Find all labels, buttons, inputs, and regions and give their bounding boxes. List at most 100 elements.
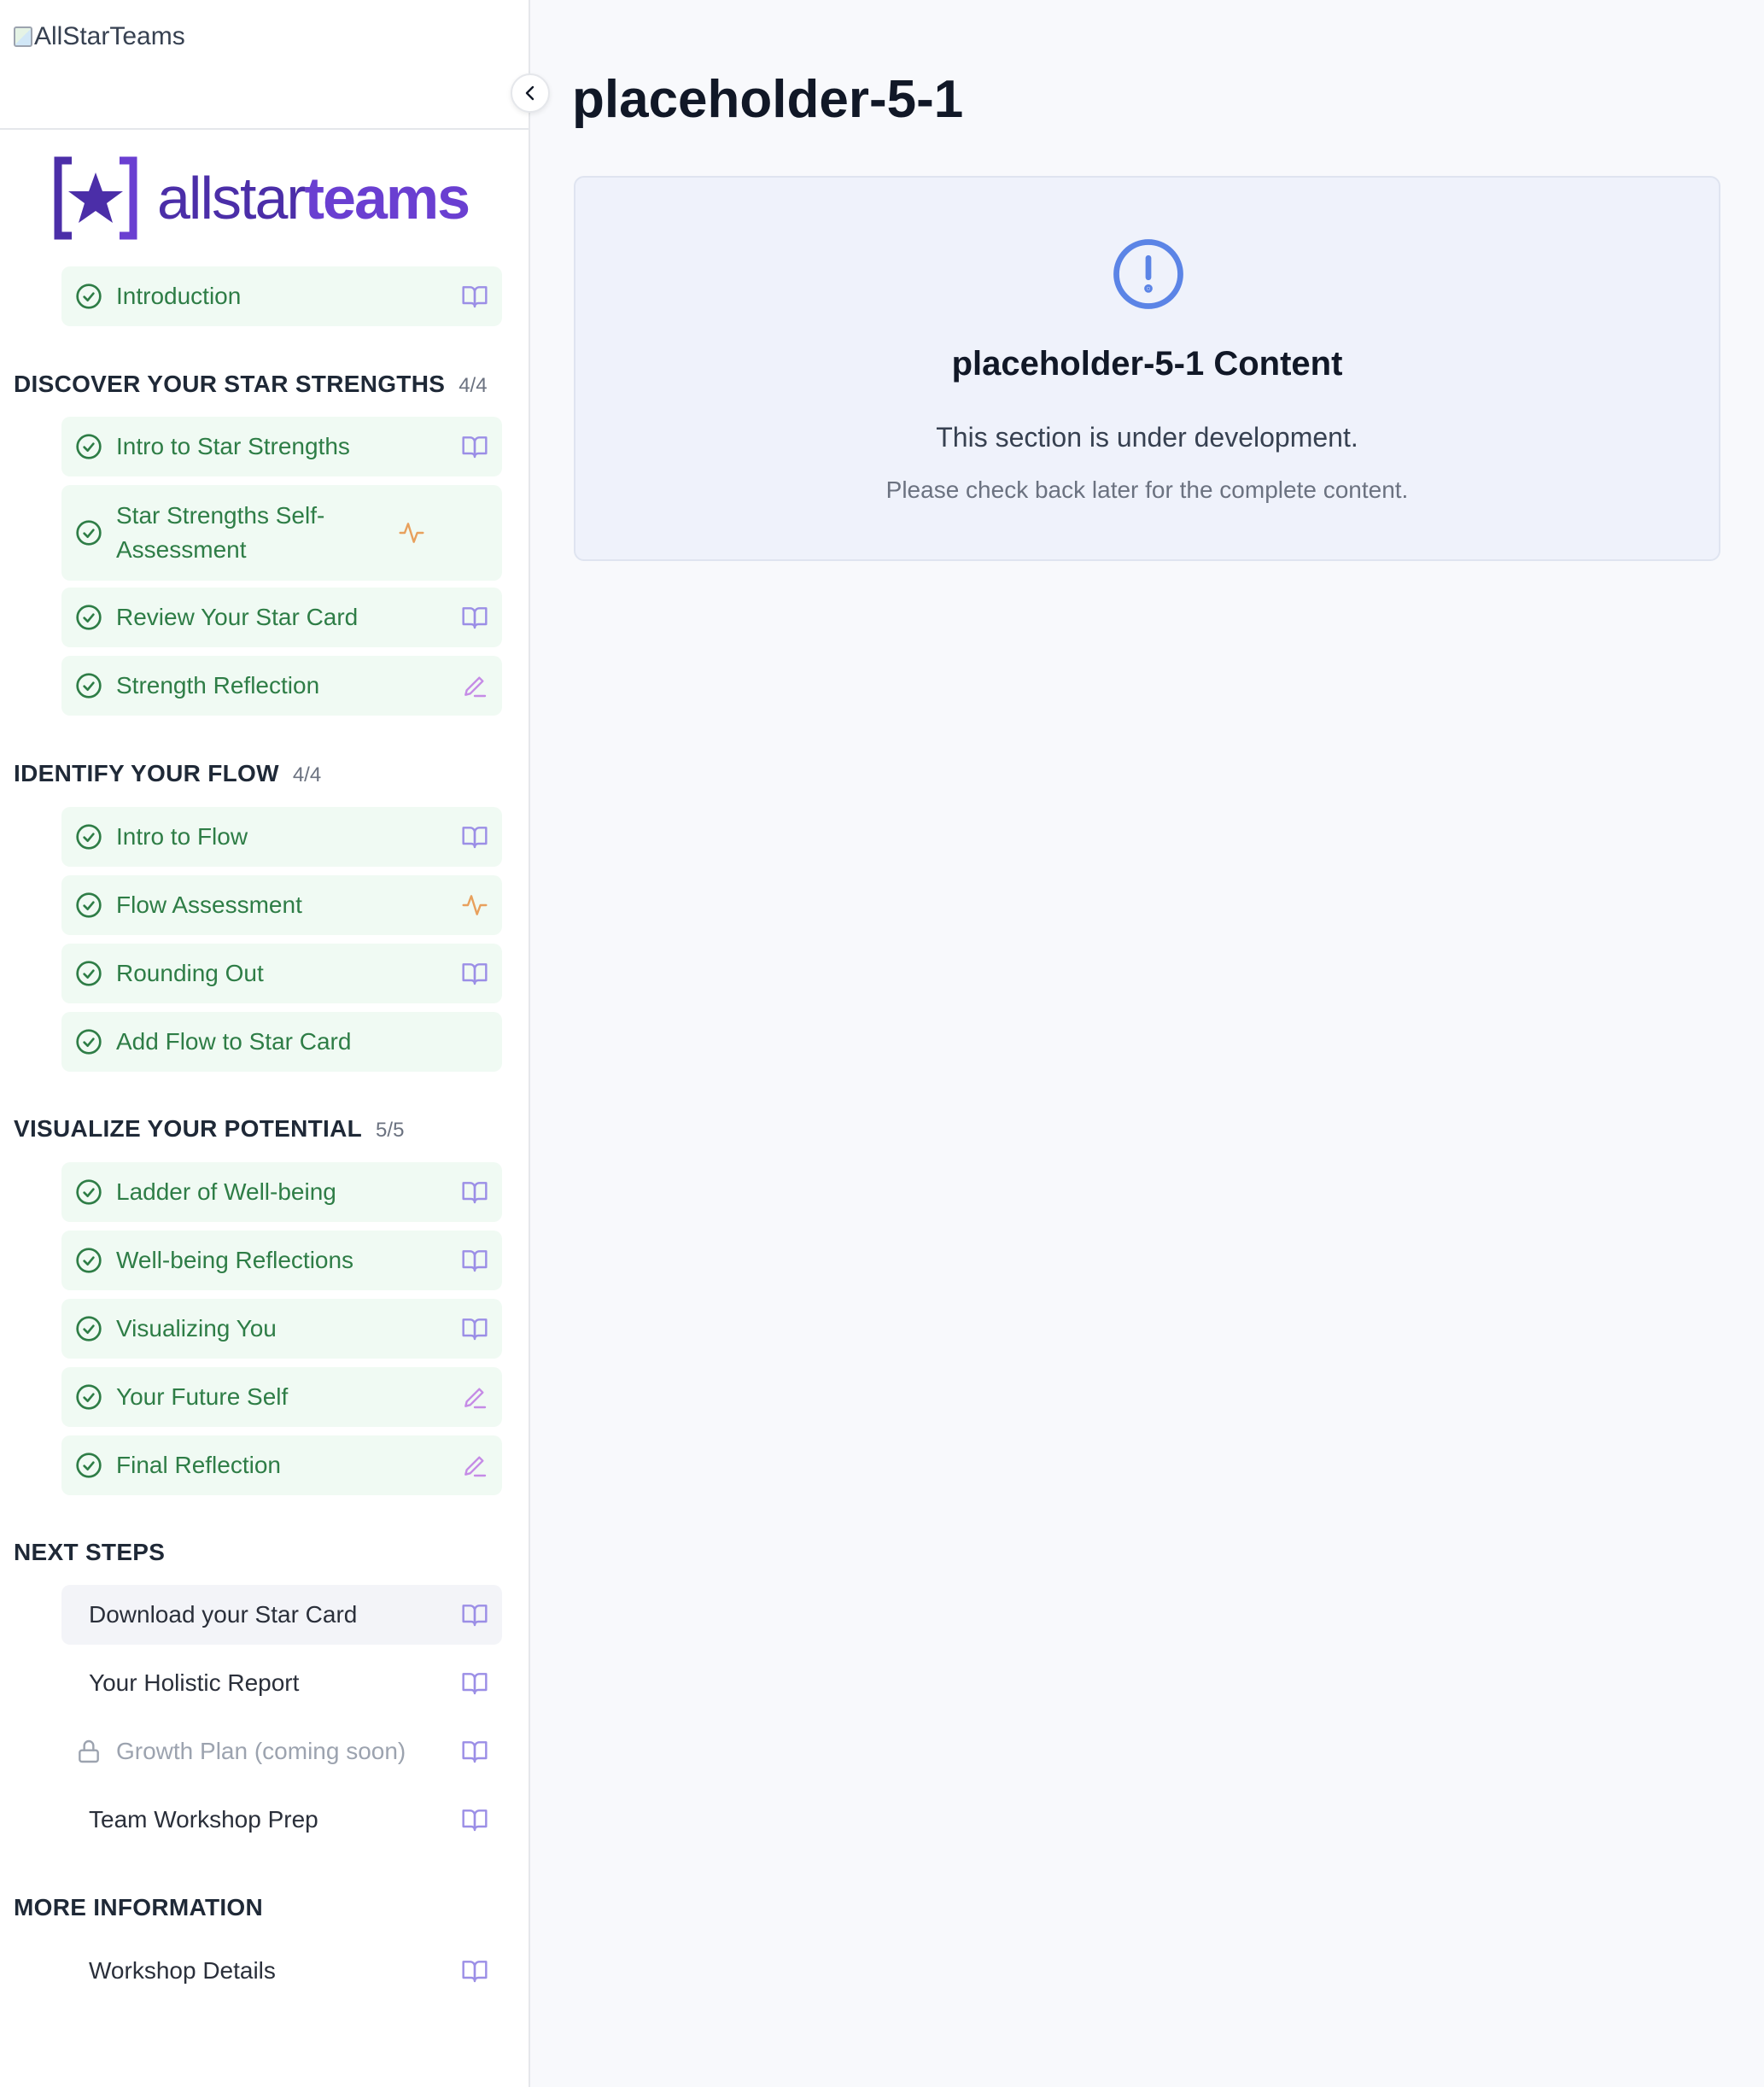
book-icon — [462, 1605, 488, 1627]
sidebar: AllStarTeams allstarteams Introduction D… — [0, 0, 530, 2087]
card-title: placeholder-5-1 Content — [951, 345, 1343, 383]
sidebar-item-flow-assessment[interactable]: Flow Assessment — [61, 875, 502, 935]
sidebar-item-label: Ladder of Well-being — [116, 1178, 336, 1205]
check-circle-icon — [76, 1029, 102, 1055]
sidebar-item-team-workshop-prep[interactable]: Team Workshop Prep — [61, 1790, 502, 1850]
check-circle-icon — [76, 892, 102, 918]
sidebar-item-label: Intro to Flow — [116, 823, 248, 850]
check-circle-icon — [76, 1384, 102, 1410]
pencil-icon — [464, 1388, 487, 1409]
book-icon — [462, 1741, 488, 1763]
book-icon — [462, 1809, 488, 1832]
card-note: Please check back later for the complete… — [885, 476, 1409, 503]
sidebar-item-ladder-of-well-being[interactable]: Ladder of Well-being — [61, 1162, 502, 1222]
book-icon — [462, 1250, 488, 1272]
sidebar-item-label: Rounding Out — [116, 960, 264, 986]
sidebar-item-intro-to-flow[interactable]: Intro to Flow — [61, 807, 502, 867]
book-icon — [462, 1961, 488, 1983]
section-title-next-steps: NEXT STEPS — [14, 1539, 165, 1566]
section-title-text: MORE INFORMATION — [14, 1894, 264, 1920]
page-title: placeholder-5-1 — [572, 70, 964, 129]
check-circle-icon — [76, 284, 102, 309]
book-icon — [462, 1318, 488, 1341]
check-circle-icon — [76, 520, 102, 546]
book-icon — [462, 1673, 488, 1695]
section-title-text: IDENTIFY YOUR FLOW — [14, 760, 279, 786]
check-circle-icon — [76, 824, 102, 850]
sidebar-item-growth-plan: Growth Plan (coming soon) — [61, 1722, 502, 1781]
check-circle-icon — [76, 673, 102, 699]
sidebar-item-label: Workshop Details — [89, 1957, 276, 1984]
check-circle-icon — [76, 1316, 102, 1342]
broken-image-icon — [14, 26, 32, 47]
sidebar-item-introduction[interactable]: Introduction — [61, 266, 502, 326]
sidebar-item-label: Strength Reflection — [116, 672, 320, 699]
sidebar-item-intro-star-strengths[interactable]: Intro to Star Strengths — [61, 417, 502, 476]
section-title-text: DISCOVER YOUR STAR STRENGTHS — [14, 371, 446, 397]
sidebar-item-label: Well-being Reflections — [116, 1247, 354, 1273]
sidebar-item-holistic-report[interactable]: Your Holistic Report — [61, 1653, 502, 1713]
book-icon — [462, 607, 488, 629]
sidebar-header: AllStarTeams — [0, 0, 529, 130]
sidebar-item-add-flow-star-card[interactable]: Add Flow to Star Card — [61, 1012, 502, 1072]
section-title-identify-flow: IDENTIFY YOUR FLOW 4/4 — [14, 760, 321, 787]
logo-text-all: allstar — [157, 165, 307, 231]
sidebar-item-well-being-reflections[interactable]: Well-being Reflections — [61, 1231, 502, 1290]
sidebar-item-strength-reflection[interactable]: Strength Reflection — [61, 656, 502, 716]
sidebar-item-rounding-out[interactable]: Rounding Out — [61, 944, 502, 1003]
section-title-star-strengths: DISCOVER YOUR STAR STRENGTHS 4/4 — [14, 371, 488, 398]
star-logo-icon — [54, 156, 137, 240]
sidebar-item-label: Intro to Star Strengths — [116, 433, 350, 459]
sidebar-item-label: Growth Plan (coming soon) — [116, 1738, 406, 1764]
sidebar-item-review-star-card[interactable]: Review Your Star Card — [61, 588, 502, 647]
activity-icon — [399, 523, 424, 543]
book-icon — [462, 1182, 488, 1204]
chevron-left-icon — [525, 85, 534, 101]
section-progress-count: 5/5 — [376, 1119, 405, 1142]
section-title-visualize-potential: VISUALIZE YOUR POTENTIAL 5/5 — [14, 1115, 404, 1143]
book-icon — [462, 436, 488, 459]
sidebar-item-label: Introduction — [116, 283, 242, 309]
section-title-text: VISUALIZE YOUR POTENTIAL — [14, 1115, 363, 1142]
sidebar-item-visualizing-you[interactable]: Visualizing You — [61, 1299, 502, 1359]
activity-icon — [462, 895, 488, 915]
section-progress-count: 4/4 — [459, 374, 488, 397]
check-circle-icon — [76, 961, 102, 986]
book-icon — [462, 286, 488, 308]
collapse-sidebar-button[interactable] — [511, 73, 550, 113]
sidebar-item-label: Team Workshop Prep — [89, 1806, 318, 1833]
brand-image: AllStarTeams — [14, 22, 185, 51]
sidebar-item-label: Your Holistic Report — [89, 1669, 300, 1696]
sidebar-item-your-future-self[interactable]: Your Future Self — [61, 1367, 502, 1427]
sidebar-item-label: Star Strengths Self-Assessment — [116, 502, 325, 563]
sidebar-item-label: Review Your Star Card — [116, 604, 359, 630]
sidebar-item-label: Final Reflection — [116, 1452, 281, 1478]
check-circle-icon — [76, 1453, 102, 1478]
sidebar-item-label: Download your Star Card — [89, 1601, 358, 1628]
section-title-text: NEXT STEPS — [14, 1539, 166, 1565]
allstarteams-logo: allstarteams — [53, 155, 470, 241]
pencil-icon — [464, 1456, 487, 1477]
card-message: This section is under development. — [936, 422, 1358, 453]
logo-text-teams: teams — [304, 165, 470, 231]
check-circle-icon — [76, 605, 102, 630]
alert-circle-icon — [1113, 239, 1183, 309]
sidebar-item-download-star-card[interactable]: Download your Star Card — [61, 1585, 502, 1645]
check-circle-icon — [76, 1179, 102, 1205]
sidebar-item-star-strengths-assessment[interactable]: Star Strengths Self-Assessment — [61, 485, 502, 581]
section-progress-count: 4/4 — [292, 763, 322, 786]
sidebar-item-workshop-details[interactable]: Workshop Details — [61, 1941, 502, 2001]
pencil-icon — [464, 676, 487, 698]
brand-image-alt: AllStarTeams — [34, 22, 185, 50]
book-icon — [462, 963, 488, 985]
sidebar-item-final-reflection[interactable]: Final Reflection — [61, 1435, 502, 1495]
placeholder-card: placeholder-5-1 Content This section is … — [574, 176, 1720, 561]
sidebar-item-label: Flow Assessment — [116, 892, 302, 918]
lock-icon — [79, 1739, 99, 1763]
check-circle-icon — [76, 434, 102, 459]
check-circle-icon — [76, 1248, 102, 1273]
book-icon — [462, 827, 488, 849]
sidebar-item-label: Visualizing You — [116, 1315, 277, 1342]
section-title-more-information: MORE INFORMATION — [14, 1894, 263, 1921]
sidebar-item-label: Add Flow to Star Card — [116, 1028, 352, 1055]
